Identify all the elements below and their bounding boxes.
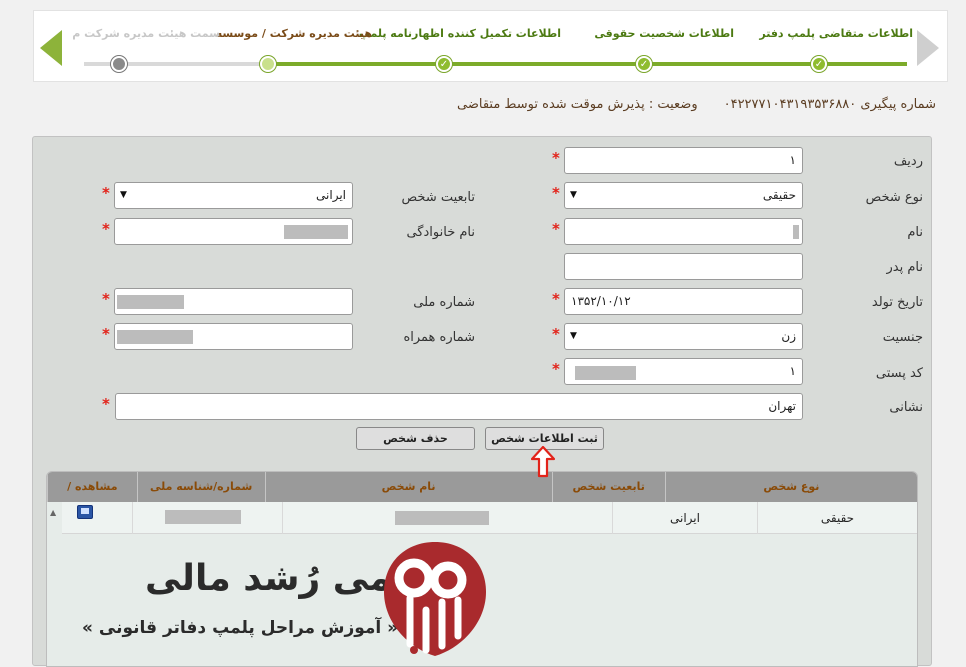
required-mark: *: [552, 220, 560, 238]
birth-date-label: تاریخ تولد: [871, 295, 923, 310]
edit-icon[interactable]: [77, 505, 93, 519]
table-row[interactable]: حقیقی ایرانی: [62, 502, 917, 534]
redacted-value: [165, 510, 241, 524]
column-header-national-id[interactable]: شماره/شناسه ملی: [136, 472, 265, 502]
tracking-status: وضعیت : پذیرش موقت شده توسط متقاضی: [457, 97, 698, 112]
delete-person-button[interactable]: حذف شخص: [356, 427, 475, 450]
required-mark: *: [102, 220, 110, 238]
required-mark: *: [552, 290, 560, 308]
last-name-label: نام خانوادگی: [406, 225, 475, 240]
progress-stepper: اطلاعات متقاضی پلمپ دفتر اطلاعات شخصیت ح…: [33, 10, 948, 82]
step-check-icon: ✓: [436, 56, 452, 72]
required-mark: *: [102, 184, 110, 202]
redacted-value: [395, 511, 489, 525]
next-arrow-icon[interactable]: [917, 30, 939, 66]
redacted-value: [117, 330, 193, 344]
address-field[interactable]: تهران: [115, 393, 803, 420]
scroll-up-icon[interactable]: ▲: [50, 508, 56, 517]
redacted-value: [575, 366, 636, 380]
person-type-label: نوع شخص: [865, 190, 923, 205]
step-check-icon: ✓: [811, 56, 827, 72]
table-header: نوع شخص تابعیت شخص نام شخص شماره/شناسه م…: [47, 472, 917, 523]
first-name-label: نام: [907, 225, 923, 240]
step-label-legal-entity[interactable]: اطلاعات شخصیت حقوقی: [594, 27, 734, 40]
column-header-person-type[interactable]: نوع شخص: [664, 472, 917, 502]
required-mark: *: [552, 184, 560, 202]
mobile-label: شماره همراه: [403, 330, 475, 345]
person-type-select[interactable]: حقیقی: [564, 182, 803, 209]
address-label: نشانی: [889, 400, 923, 415]
gender-select[interactable]: زن: [564, 323, 803, 350]
required-mark: *: [102, 290, 110, 308]
watermark-subtitle: « آموزش مراحل پلمپ دفاتر قانونی »: [82, 618, 399, 638]
father-name-label: نام پدر: [886, 260, 923, 275]
step-label-declaration-filler[interactable]: اطلاعات تکمیل کننده اظهارنامه پلمپ: [359, 27, 561, 40]
step-check-icon: ✓: [636, 56, 652, 72]
birth-date-value: ۱۳۵۲/۱۰/۱۲: [571, 294, 631, 308]
pointer-arrow-icon: [531, 446, 555, 478]
father-name-field[interactable]: [564, 253, 803, 280]
column-header-nationality[interactable]: تابعیت شخص: [551, 472, 665, 502]
redacted-value: [793, 225, 799, 239]
nationality-label: تابعیت شخص: [401, 190, 476, 205]
cell-person-type: حقیقی: [757, 502, 917, 534]
academy-logo-icon: [384, 542, 486, 656]
step-pending-icon: [111, 56, 127, 72]
required-mark: *: [102, 325, 110, 343]
column-header-person-name[interactable]: نام شخص: [264, 472, 552, 502]
column-header-view-edit[interactable]: مشاهده / ویرایش: [47, 472, 137, 523]
redacted-value: [117, 295, 184, 309]
step-current-icon: [260, 56, 276, 72]
gender-label: جنسیت: [882, 330, 923, 345]
cell-person-name: [282, 502, 612, 534]
postal-code-prefix: ۱: [789, 364, 796, 378]
required-mark: *: [102, 395, 110, 413]
required-mark: *: [552, 360, 560, 378]
step-label-board[interactable]: هیئت مدیره شرکت / موسسه: [216, 27, 372, 40]
cell-national-id: [132, 502, 282, 534]
row-label: ردیف: [893, 154, 923, 169]
nationality-select[interactable]: ایرانی: [114, 182, 353, 209]
tracking-number: شماره پیگیری ۰۴۲۲۷۷۱۰۴۳۱۹۳۵۳۶۸۸۰: [723, 97, 936, 112]
national-id-label: شماره ملی: [413, 295, 475, 310]
cell-nationality: ایرانی: [612, 502, 757, 534]
prev-arrow-icon[interactable]: [40, 30, 62, 66]
step-label-board-role[interactable]: سمت هیئت مدیره شرکت م: [72, 27, 220, 40]
birth-date-field[interactable]: ۱۳۵۲/۱۰/۱۲: [564, 288, 803, 315]
required-mark: *: [552, 325, 560, 343]
tracking-info: شماره پیگیری ۰۴۲۲۷۷۱۰۴۳۱۹۳۵۳۶۸۸۰ وضعیت : …: [431, 97, 936, 112]
first-name-field[interactable]: [564, 218, 803, 245]
required-mark: *: [552, 149, 560, 167]
row-field[interactable]: ۱: [564, 147, 803, 174]
redacted-value: [284, 225, 348, 239]
step-label-applicant[interactable]: اطلاعات متقاضی پلمپ دفتر: [759, 27, 913, 40]
postal-code-label: کد پستی: [875, 366, 923, 381]
